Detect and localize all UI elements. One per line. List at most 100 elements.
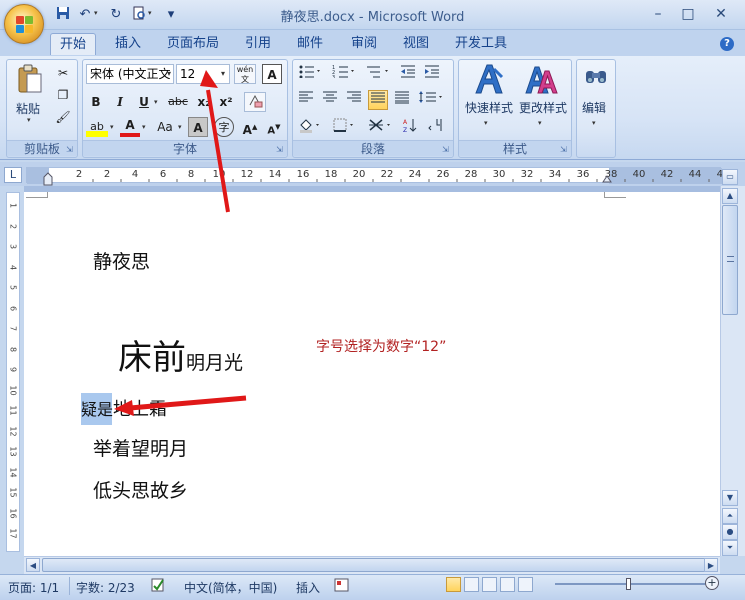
- align-center-button[interactable]: [320, 90, 340, 110]
- tab-page-layout[interactable]: 页面布局: [158, 33, 228, 55]
- char-shading-button[interactable]: A: [188, 117, 208, 137]
- font-launcher-icon[interactable]: ⇲: [276, 145, 285, 154]
- next-page-icon[interactable]: ⏷: [722, 540, 738, 556]
- vertical-scroll-thumb[interactable]: [722, 205, 738, 315]
- scroll-left-icon[interactable]: ◀: [26, 558, 40, 572]
- clipboard-launcher-icon[interactable]: ⇲: [66, 145, 75, 154]
- word-count-status[interactable]: 字数: 2/23: [76, 579, 135, 596]
- help-icon[interactable]: ?: [720, 37, 734, 51]
- subscript-button[interactable]: x₂: [194, 92, 214, 112]
- sort-icon: AZ: [403, 119, 417, 134]
- borders-button[interactable]: [330, 117, 358, 137]
- macro-recording-icon[interactable]: [334, 577, 350, 596]
- proofing-icon[interactable]: [150, 577, 166, 596]
- page-count-status[interactable]: 页面: 1/1: [8, 579, 59, 596]
- tab-insert[interactable]: 插入: [106, 33, 150, 55]
- outline-view-icon[interactable]: [500, 577, 515, 592]
- right-indent-marker-icon[interactable]: [602, 172, 612, 186]
- numbering-button[interactable]: 123: [330, 64, 358, 84]
- underline-dropdown-icon[interactable]: ▾: [154, 98, 158, 106]
- quick-styles-button[interactable]: 快速样式 ▾: [462, 63, 514, 133]
- document-line-3[interactable]: 举着望明月: [93, 434, 188, 461]
- horizontal-scroll-thumb[interactable]: [42, 558, 710, 572]
- font-name-dropdown-icon[interactable]: ▾: [163, 65, 175, 83]
- format-painter-icon[interactable]: 🖌: [53, 107, 73, 127]
- font-color-button[interactable]: A: [120, 117, 140, 137]
- full-screen-reading-view-icon[interactable]: [464, 577, 479, 592]
- font-size-dropdown-icon[interactable]: ▾: [217, 65, 229, 83]
- justify-icon: [371, 92, 385, 103]
- styles-launcher-icon[interactable]: ⇲: [560, 145, 569, 154]
- draft-view-icon[interactable]: [518, 577, 533, 592]
- web-layout-view-icon[interactable]: [482, 577, 497, 592]
- bold-button[interactable]: B: [86, 92, 106, 112]
- minimize-button[interactable]: –: [645, 5, 671, 25]
- highlight-dropdown-icon[interactable]: ▾: [110, 123, 114, 131]
- strikethrough-button[interactable]: abc: [166, 92, 190, 112]
- change-styles-button[interactable]: 更改样式 ▾: [516, 63, 568, 133]
- scroll-right-icon[interactable]: ▶: [704, 558, 718, 572]
- shading-button[interactable]: [296, 117, 324, 137]
- increase-indent-button[interactable]: [422, 64, 442, 84]
- bullets-button[interactable]: [296, 64, 324, 84]
- copy-icon[interactable]: ❐: [53, 85, 73, 105]
- cut-icon[interactable]: ✂: [53, 63, 73, 83]
- justify-button[interactable]: [368, 90, 388, 110]
- font-color-dropdown-icon[interactable]: ▾: [142, 123, 146, 131]
- insert-mode-status[interactable]: 插入: [296, 579, 320, 596]
- tab-view[interactable]: 视图: [394, 33, 438, 55]
- close-button[interactable]: ✕: [708, 5, 734, 25]
- zoom-in-icon[interactable]: +: [705, 576, 719, 590]
- char-border-button[interactable]: A: [262, 64, 282, 84]
- document-line-2[interactable]: 疑是地上霜: [81, 395, 167, 421]
- shrink-font-button[interactable]: A▼: [264, 117, 284, 137]
- highlight-button[interactable]: ab: [86, 117, 108, 137]
- tab-home[interactable]: 开始: [50, 33, 97, 55]
- tab-review[interactable]: 审阅: [342, 33, 386, 55]
- page-corner-mark: [604, 192, 626, 198]
- document-line-4[interactable]: 低头思故乡: [93, 476, 188, 503]
- superscript-button[interactable]: x²: [216, 92, 236, 112]
- line-spacing-button[interactable]: [416, 90, 446, 110]
- select-browse-object-icon[interactable]: ●: [722, 524, 738, 540]
- italic-button[interactable]: I: [110, 92, 130, 112]
- change-case-button[interactable]: Aa: [152, 117, 178, 137]
- distributed-button[interactable]: [392, 90, 412, 110]
- clear-formatting-button[interactable]: [244, 92, 266, 112]
- grow-font-button[interactable]: A▲: [240, 117, 260, 137]
- sort-button[interactable]: AZ: [400, 117, 420, 137]
- align-right-button[interactable]: [344, 90, 364, 110]
- vertical-ruler-mark: 10: [8, 384, 18, 396]
- document-line-1[interactable]: 床前明月光: [118, 330, 243, 379]
- horizontal-ruler[interactable]: 2 2 4 6 8 10 12 14 16 18 20 22 24 26 28 30 32 34 36 38 40 42 4…: [26, 167, 729, 184]
- align-left-button[interactable]: [296, 90, 316, 110]
- change-case-dropdown-icon[interactable]: ▾: [178, 123, 182, 131]
- scroll-down-icon[interactable]: ▼: [722, 490, 738, 506]
- office-button[interactable]: [4, 4, 44, 44]
- enclose-characters-button[interactable]: 字: [214, 117, 234, 137]
- maximize-button[interactable]: □: [675, 5, 701, 25]
- tab-mailings[interactable]: 邮件: [288, 33, 332, 55]
- paste-button[interactable]: 粘贴 ▾: [12, 64, 48, 124]
- zoom-slider-thumb[interactable]: [626, 578, 631, 590]
- scroll-up-icon[interactable]: ▲: [722, 188, 738, 204]
- phonetic-guide-button[interactable]: wén 文: [234, 64, 256, 84]
- vertical-ruler[interactable]: 1 2 3 4 5 6 7 8 9 10 11 12 13 14 15 16 17: [6, 192, 20, 552]
- paragraph-launcher-icon[interactable]: ⇲: [442, 145, 451, 154]
- multilevel-list-button[interactable]: [364, 64, 392, 84]
- language-status[interactable]: 中文(简体，中国): [184, 579, 277, 596]
- chinese-layout-button[interactable]: [366, 117, 396, 137]
- decrease-indent-button[interactable]: [398, 64, 418, 84]
- tab-stop-selector[interactable]: L: [4, 167, 22, 183]
- tab-references[interactable]: 引用: [236, 33, 280, 55]
- font-name-combo[interactable]: 宋体 (中文正文: [86, 64, 174, 84]
- editing-dropdown-icon: ▾: [592, 119, 596, 127]
- tab-developer[interactable]: 开发工具: [446, 33, 516, 55]
- previous-page-icon[interactable]: ⏶: [722, 508, 738, 524]
- show-marks-button[interactable]: [426, 117, 446, 137]
- editing-button[interactable]: 编辑 ▾: [578, 63, 614, 133]
- view-ruler-icon[interactable]: ▭: [722, 169, 738, 185]
- document-title-line[interactable]: 静夜思: [93, 247, 150, 274]
- underline-button[interactable]: U: [134, 92, 154, 112]
- print-layout-view-icon[interactable]: [446, 577, 461, 592]
